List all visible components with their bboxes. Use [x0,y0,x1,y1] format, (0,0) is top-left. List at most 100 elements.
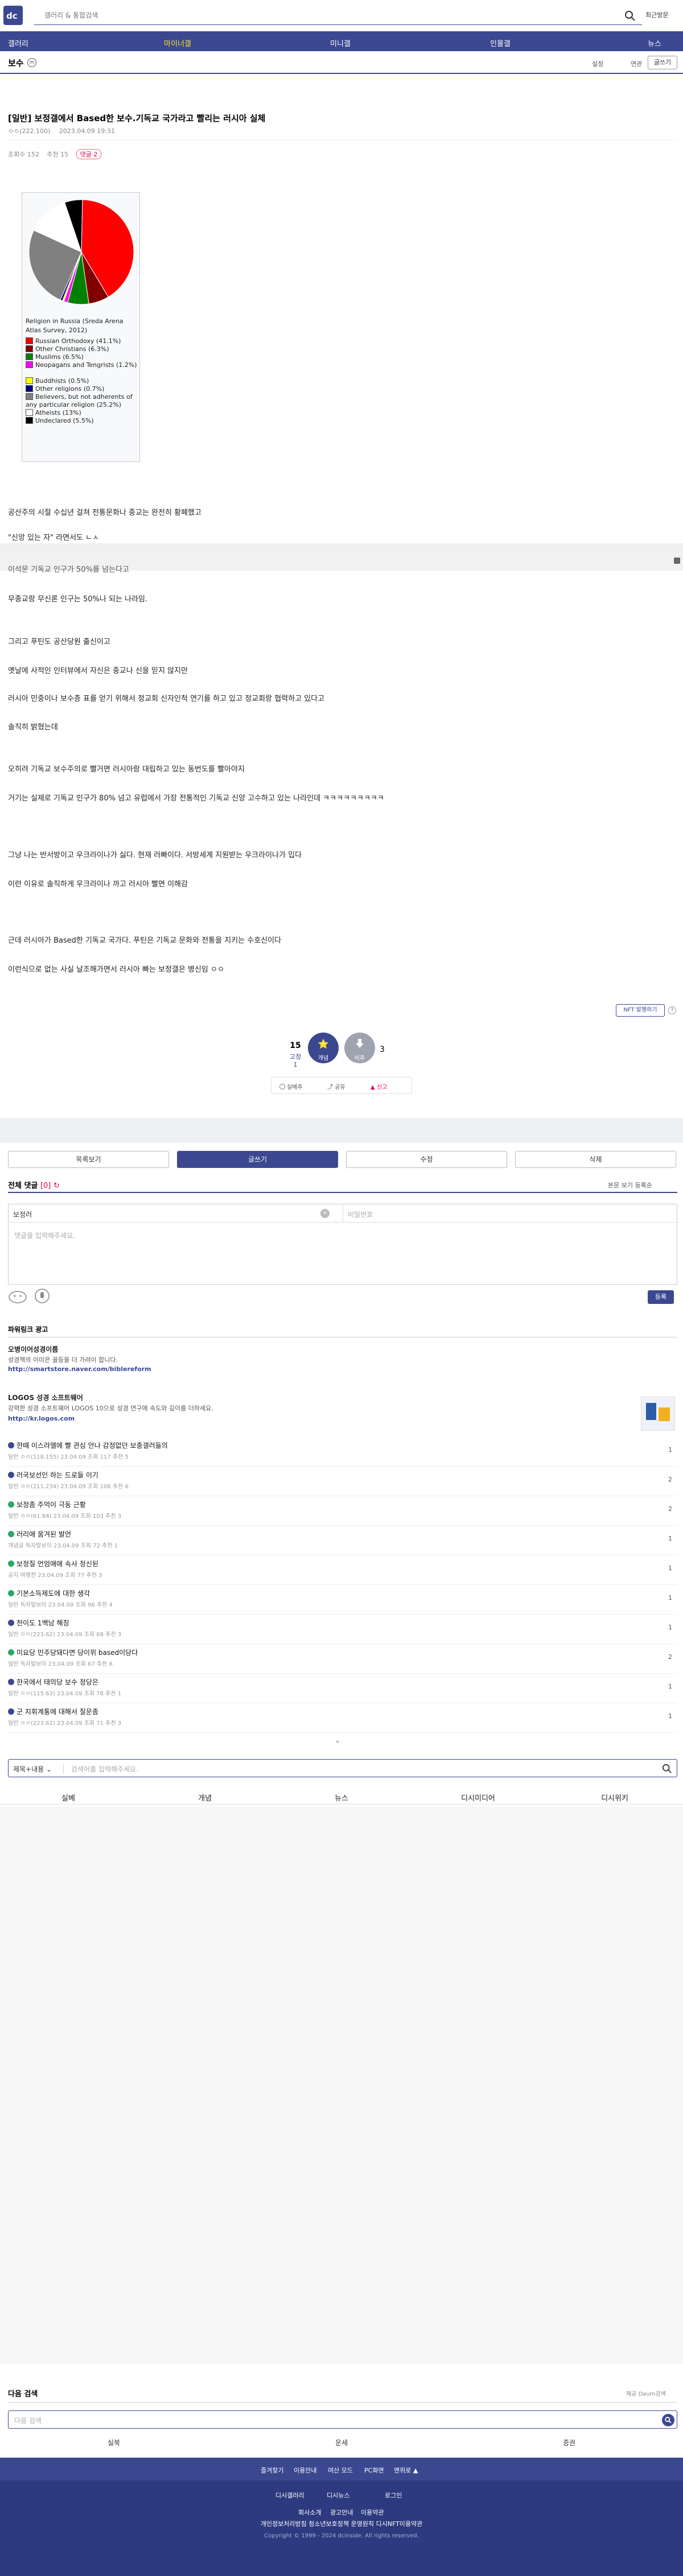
list-item[interactable]: 보정질 언엄애애 속사 정신된 공지 여행전 23.04.09 조회 77 추천 … [8,1555,677,1585]
recent-visit-link[interactable]: 최근방문 [645,10,668,19]
related-post-title[interactable]: 러국보선인 하는 드로들 이기 [8,1470,98,1480]
list-item[interactable]: 군 지휘계통에 대해서 질문좀 일반 ㅇㅇ(223.62) 23.04.09 조회… [8,1703,677,1733]
tab-news[interactable]: 뉴스 [273,1792,410,1803]
tab-dc-media[interactable]: 디시미디어 [410,1792,546,1803]
related-post-title[interactable]: 보정질 언엄애애 속사 정신된 [8,1559,98,1568]
write-button[interactable]: 글쓰기 [177,1151,338,1168]
footer-link[interactable]: PC화면 [364,2466,384,2475]
delete-button[interactable]: 삭제 [515,1151,676,1168]
gallery-setting-link[interactable]: 설정 [592,59,603,68]
share-button[interactable]: ⤴ 공유 [327,1082,345,1091]
edit-button[interactable]: 수정 [346,1151,507,1168]
related-tab[interactable]: 증권 [455,2438,683,2447]
related-tab[interactable]: 실북 [0,2438,228,2447]
footer-link[interactable]: 이용약관 [361,2508,384,2517]
list-item[interactable]: 한때 이스라엘에 빨 관심 안나 감정없던 보충갤러들의 일반 ㅇㅇ(118.15… [8,1437,677,1467]
nav-person-gallery[interactable]: 인물갤 [490,38,511,48]
related-post-title[interactable]: 한때 이스라엘에 빨 관심 안나 감정없던 보충갤러들의 [8,1440,168,1450]
nft-mint-button[interactable]: NFT 발행하기 [616,1004,665,1017]
list-item[interactable]: 천이도 1백남 해칭 일반 ㅇㅇ(223.62) 23.04.09 조회 68 추… [8,1615,677,1644]
board-search-input[interactable]: 검색어를 입력해주세요. [71,1764,138,1774]
write-top-button[interactable]: 글쓰기 [648,56,677,69]
related-post-title[interactable]: 미요당 민주당돼다면 당이위 based이당다 [8,1648,138,1657]
comment-count-chip[interactable]: 댓글 2 [76,149,102,159]
ad-url[interactable]: http://kr.logos.com [8,1415,75,1422]
search-icon[interactable] [624,10,636,22]
footer-link[interactable]: 로그인 [385,2491,402,2500]
related-post-title[interactable]: 군 지휘계통에 대해서 질문좀 [8,1707,98,1716]
related-post-title[interactable]: 한국에서 태의당 보수 정당은 [8,1677,98,1687]
legend-item: Other religions (0.7%) [26,385,137,393]
related-tab[interactable]: 운세 [228,2438,455,2447]
comment-textarea[interactable]: 댓글을 입력해주세요. [14,1231,75,1240]
main-nav: 갤러리 마이너갤 미니갤 인물갤 뉴스 [0,32,683,51]
scrap-button[interactable]: 실베추 [279,1082,303,1091]
nickname-field[interactable]: 보정러 [9,1204,343,1223]
related-post-title[interactable]: 러리애 움겨된 발언 [8,1529,71,1539]
body-paragraph: 솔직히 밝혔는데 [8,723,58,732]
search-type-select[interactable]: 제목+내용 ⌄ [13,1764,52,1774]
list-item[interactable]: 미요당 민주당돼다면 당이위 based이당다일반 독자발보이 23.04.09… [8,1644,677,1674]
nav-news[interactable]: 뉴스 [648,38,661,48]
footer-link[interactable]: 디시갤러리 [275,2491,305,2500]
footer-link[interactable]: 즐겨찾기 [261,2466,283,2475]
footer-link[interactable]: 광고안내 [330,2508,353,2517]
footer-link[interactable]: 디시뉴스 [327,2491,349,2500]
ad-close-icon[interactable] [674,558,680,564]
list-item[interactable]: 러국보선인 하는 드로들 이기 일반 ㅇㅇ(211.234) 23.04.09 조… [8,1467,677,1496]
list-item[interactable]: 러리애 움겨된 발언 개념글 독자발보이 23.04.09 조회 72 추천 1 1 [8,1526,677,1555]
ad-title[interactable]: LOGOS 성경 소프트웨어 [8,1393,83,1402]
body-paragraph: 이런 이유로 솔직하게 우크라이나 까고 러시아 빨면 이해감 [8,880,188,889]
password-field[interactable]: 비밀번호 [343,1204,678,1223]
footer-link[interactable]: 회사소개 [298,2508,321,2517]
tab-silbe[interactable]: 실베 [0,1792,137,1803]
nav-minor-gallery[interactable]: 마이너갤 [164,38,191,48]
search-icon[interactable] [662,1764,672,1774]
related-post-title[interactable]: 보정좀 주먹이 극동 근황 [8,1500,86,1509]
help-icon[interactable]: ? [668,1006,676,1014]
comment-submit-button[interactable]: 등록 [648,1290,674,1304]
related-search-button[interactable] [662,2414,674,2426]
refresh-icon[interactable]: ↻ [54,1182,60,1190]
nav-gallery[interactable]: 갤러리 [8,38,28,48]
post-type-icon [8,1501,14,1508]
related-post-title[interactable]: 천이도 1백남 해칭 [8,1618,69,1628]
related-post-comment-count: 1 [668,1594,672,1601]
scroll-top-link[interactable]: 맨위로 ▲ [394,2466,418,2475]
legend-label: Other religions (0.7%) [35,385,105,393]
related-post-comment-count: 1 [668,1683,672,1690]
related-search-input[interactable]: 다음 검색 [14,2416,42,2425]
legend-label: Other Christians (6.3%) [35,345,109,353]
body-paragraph: 이석문 기독교 인구가 50%를 넘는다고 [8,565,129,574]
gallery-name[interactable]: 보수 [8,57,24,69]
voice-icon[interactable] [34,1288,50,1304]
report-button[interactable]: ▲ 신고 [371,1082,387,1091]
upvote-button[interactable]: 개념 [308,1033,339,1063]
list-button[interactable]: 목록보기 [8,1151,169,1168]
chevron-down-icon[interactable]: ⌄ [335,1736,340,1744]
tab-concept[interactable]: 개념 [137,1792,273,1803]
footer-link[interactable]: 여산 모드 [328,2466,353,2475]
global-search-input[interactable] [34,7,603,24]
tab-dc-wiki[interactable]: 디시위키 [546,1792,683,1803]
ad-thumbnail[interactable] [641,1397,675,1431]
ad-title[interactable]: 오병이어성경이름 [8,1344,58,1354]
related-post-meta: 일반 독자발보이 23.04.09 조회 67 추천 6 [8,1661,113,1667]
nav-mini-gallery[interactable]: 미니갤 [330,38,351,48]
post-author[interactable]: ㅇㅇ(222.100) [8,127,50,135]
ad-url[interactable]: http://smartstore.naver.com/biblereform [8,1365,151,1373]
dc-logo-icon[interactable]: dc [3,6,23,25]
view-mode-toggle[interactable]: 연관 [631,59,642,68]
downvote-button[interactable]: 비추 [344,1033,375,1063]
related-post-title[interactable]: 기본소득제도에 대한 생각 [8,1588,90,1598]
comments-sort[interactable]: 본문 보기 등록순 [608,1180,652,1190]
footer-policies[interactable]: 개인정보처리방침 청소년보호정책 운영원칙 디시NFT이용약관 [0,2519,683,2528]
search-type-label: 제목+내용 [13,1765,44,1773]
list-item[interactable]: 보정좀 주먹이 극동 근황 일반 ㅇㅇ(61.84) 23.04.09 조회 10… [8,1496,677,1526]
footer-link[interactable]: 이용안내 [294,2466,316,2475]
clear-icon[interactable]: × [320,1209,330,1218]
list-item[interactable]: 기본소득제도에 대한 생각 일반 독자발보이 23.04.09 조회 96 추천 … [8,1585,677,1615]
ad-description: 강력한 성경 소프트웨어 LOGOS 10으로 성경 연구에 속도와 깊이를 더… [8,1405,213,1412]
dccon-icon[interactable] [8,1288,27,1304]
list-item[interactable]: 한국에서 태의당 보수 정당은 일반 ㅇㅇ(115.63) 23.04.09 조회… [8,1674,677,1703]
